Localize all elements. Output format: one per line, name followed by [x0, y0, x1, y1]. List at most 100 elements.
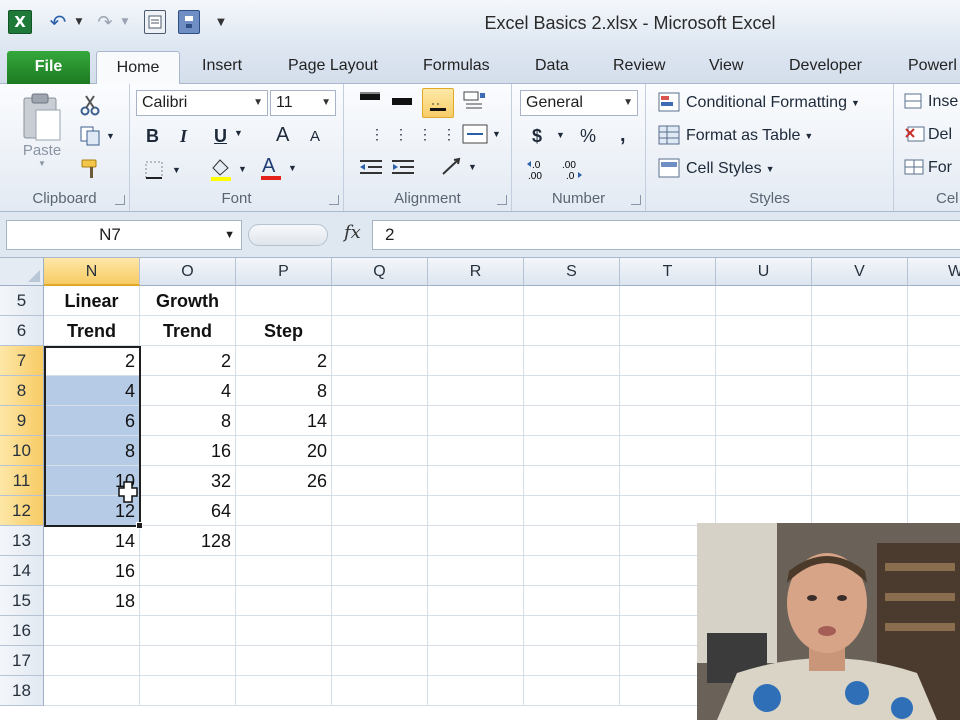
cell-o12[interactable]: 64	[140, 496, 236, 526]
cell-v11[interactable]	[812, 466, 908, 496]
cell-o18[interactable]	[140, 676, 236, 706]
cell-t10[interactable]	[620, 436, 716, 466]
cell-p16[interactable]	[236, 616, 332, 646]
cell-q5[interactable]	[332, 286, 428, 316]
row-header-13[interactable]: 13	[0, 526, 44, 556]
cell-o17[interactable]	[140, 646, 236, 676]
cell-q16[interactable]	[332, 616, 428, 646]
cell-n14[interactable]: 16	[44, 556, 140, 586]
tab-review[interactable]: Review	[613, 48, 665, 84]
merge-center-icon[interactable]: ▼	[462, 124, 501, 144]
number-launcher-icon[interactable]	[631, 195, 641, 205]
format-cells-button[interactable]: For	[904, 158, 952, 178]
cell-o10[interactable]: 16	[140, 436, 236, 466]
cell-t5[interactable]	[620, 286, 716, 316]
cell-p7[interactable]: 2	[236, 346, 332, 376]
bold-button[interactable]: B	[146, 126, 159, 147]
cell-v8[interactable]	[812, 376, 908, 406]
column-header-t[interactable]: T	[620, 258, 716, 286]
tab-powerpivot[interactable]: Powerl	[908, 48, 957, 84]
column-header-v[interactable]: V	[812, 258, 908, 286]
cell-s17[interactable]	[524, 646, 620, 676]
decrease-indent-icon[interactable]	[358, 158, 384, 176]
orientation-icon[interactable]	[462, 90, 488, 112]
cell-w5[interactable]	[908, 286, 960, 316]
cell-u7[interactable]	[716, 346, 812, 376]
cell-q7[interactable]	[332, 346, 428, 376]
font-size-combo[interactable]: 11 ▼	[270, 90, 336, 116]
italic-button[interactable]: I	[180, 126, 187, 147]
cell-r18[interactable]	[428, 676, 524, 706]
cell-t8[interactable]	[620, 376, 716, 406]
font-color-icon[interactable]: A ▼	[258, 154, 297, 182]
cell-r8[interactable]	[428, 376, 524, 406]
row-header-8[interactable]: 8	[0, 376, 44, 406]
tab-home[interactable]: Home	[96, 51, 180, 85]
cell-p17[interactable]	[236, 646, 332, 676]
cell-t9[interactable]	[620, 406, 716, 436]
cell-u11[interactable]	[716, 466, 812, 496]
cell-p10[interactable]: 20	[236, 436, 332, 466]
tab-data[interactable]: Data	[535, 48, 569, 84]
tab-page-layout[interactable]: Page Layout	[288, 48, 378, 84]
paste-button[interactable]: Paste ▼	[20, 92, 64, 168]
delete-cells-button[interactable]: Del	[904, 125, 952, 145]
tab-insert[interactable]: Insert	[202, 48, 242, 84]
chevron-down-icon[interactable]: ▼	[224, 221, 235, 249]
cell-u10[interactable]	[716, 436, 812, 466]
cell-p14[interactable]	[236, 556, 332, 586]
cell-q6[interactable]	[332, 316, 428, 346]
row-header-16[interactable]: 16	[0, 616, 44, 646]
cell-v5[interactable]	[812, 286, 908, 316]
column-header-r[interactable]: R	[428, 258, 524, 286]
conditional-formatting-button[interactable]: Conditional Formatting ▼	[658, 92, 860, 114]
cell-n6[interactable]: Trend	[44, 316, 140, 346]
fill-color-icon[interactable]: ▼	[208, 156, 247, 182]
cell-p13[interactable]	[236, 526, 332, 556]
percent-button[interactable]: %	[580, 126, 596, 147]
tab-view[interactable]: View	[709, 48, 743, 84]
cell-w9[interactable]	[908, 406, 960, 436]
cell-s9[interactable]	[524, 406, 620, 436]
cell-s5[interactable]	[524, 286, 620, 316]
cell-q12[interactable]	[332, 496, 428, 526]
cell-q14[interactable]	[332, 556, 428, 586]
row-header-15[interactable]: 15	[0, 586, 44, 616]
cell-u6[interactable]	[716, 316, 812, 346]
cell-o16[interactable]	[140, 616, 236, 646]
row-header-5[interactable]: 5	[0, 286, 44, 316]
cell-p9[interactable]: 14	[236, 406, 332, 436]
cell-o6[interactable]: Trend	[140, 316, 236, 346]
cell-v9[interactable]	[812, 406, 908, 436]
cell-r10[interactable]	[428, 436, 524, 466]
cell-p11[interactable]: 26	[236, 466, 332, 496]
select-all-button[interactable]	[0, 258, 44, 286]
format-as-table-button[interactable]: Format as Table ▼	[658, 125, 813, 147]
cell-s11[interactable]	[524, 466, 620, 496]
cell-q15[interactable]	[332, 586, 428, 616]
cell-p5[interactable]	[236, 286, 332, 316]
cell-q8[interactable]	[332, 376, 428, 406]
cell-q13[interactable]	[332, 526, 428, 556]
cell-o5[interactable]: Growth	[140, 286, 236, 316]
cell-o15[interactable]	[140, 586, 236, 616]
row-header-6[interactable]: 6	[0, 316, 44, 346]
cell-v12[interactable]	[812, 496, 908, 526]
cell-s12[interactable]	[524, 496, 620, 526]
font-name-combo[interactable]: Calibri ▼	[136, 90, 268, 116]
column-header-q[interactable]: Q	[332, 258, 428, 286]
cell-w12[interactable]	[908, 496, 960, 526]
underline-button[interactable]: U	[214, 126, 227, 147]
cell-q9[interactable]	[332, 406, 428, 436]
format-painter-icon[interactable]	[80, 158, 102, 180]
cell-p8[interactable]: 8	[236, 376, 332, 406]
cell-q17[interactable]	[332, 646, 428, 676]
cell-s8[interactable]	[524, 376, 620, 406]
cell-o9[interactable]: 8	[140, 406, 236, 436]
cell-n10[interactable]: 8	[44, 436, 140, 466]
cell-w10[interactable]	[908, 436, 960, 466]
cell-n9[interactable]: 6	[44, 406, 140, 436]
cell-p12[interactable]	[236, 496, 332, 526]
cell-r11[interactable]	[428, 466, 524, 496]
currency-dropdown-icon[interactable]: ▼	[556, 130, 565, 140]
